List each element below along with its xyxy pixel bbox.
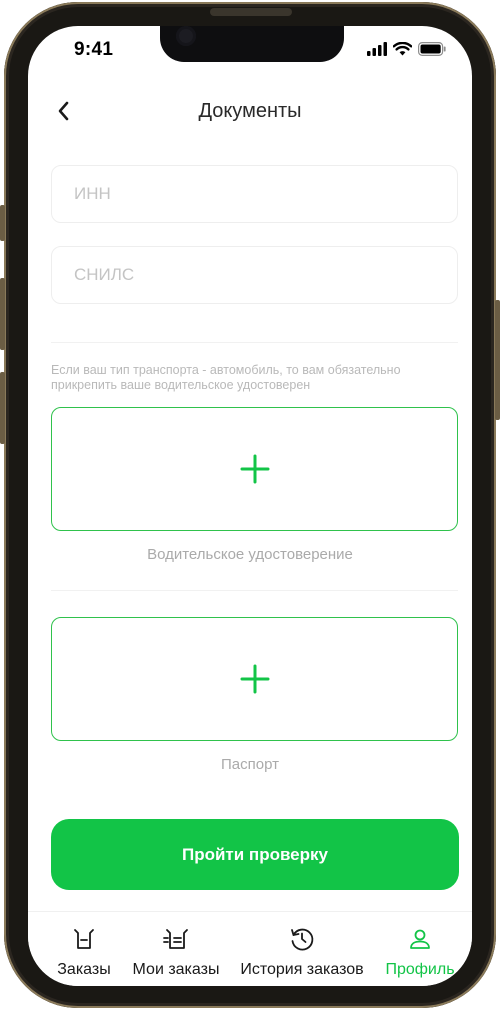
divider bbox=[51, 590, 458, 591]
wifi-icon bbox=[393, 42, 412, 56]
speaker-grille bbox=[210, 8, 292, 16]
inn-field bbox=[51, 165, 458, 223]
plus-icon bbox=[240, 454, 269, 484]
signal-icon bbox=[367, 42, 387, 56]
tab-bar: Заказы Мои заказы История заказов Профил… bbox=[28, 911, 472, 986]
inn-input[interactable] bbox=[52, 166, 457, 222]
side-button-mute bbox=[0, 205, 5, 241]
profile-icon bbox=[410, 929, 430, 949]
camera bbox=[176, 26, 196, 46]
side-button-power bbox=[495, 300, 500, 420]
driver-license-label: Водительское удостоверение bbox=[147, 546, 353, 563]
tab-my-orders[interactable]: Мои заказы bbox=[128, 912, 224, 986]
tab-order-history[interactable]: История заказов bbox=[238, 912, 366, 986]
passport-upload[interactable] bbox=[51, 617, 458, 741]
driver-license-upload[interactable] bbox=[51, 407, 458, 531]
tab-label: Заказы bbox=[57, 961, 111, 978]
divider bbox=[51, 342, 458, 343]
tab-label: Профиль bbox=[385, 961, 455, 978]
snils-input[interactable] bbox=[52, 247, 457, 303]
tab-orders[interactable]: Заказы bbox=[48, 912, 120, 986]
orders-icon bbox=[74, 929, 94, 949]
status-icons bbox=[367, 42, 446, 56]
tab-label: Мои заказы bbox=[132, 961, 220, 978]
passport-label: Паспорт bbox=[221, 756, 279, 773]
notch bbox=[160, 26, 344, 62]
side-button-volume-up bbox=[0, 278, 5, 350]
status-time: 9:41 bbox=[74, 39, 114, 60]
tab-label: История заказов bbox=[240, 961, 364, 978]
history-icon bbox=[291, 928, 314, 951]
snils-field bbox=[51, 246, 458, 304]
page-title: Документы bbox=[198, 100, 302, 122]
my-orders-icon bbox=[163, 929, 188, 949]
nav-header: Документы bbox=[28, 96, 472, 128]
tab-profile[interactable]: Профиль bbox=[384, 912, 456, 986]
driver-license-hint: Если ваш тип транспорта - автомобиль, то… bbox=[51, 363, 401, 392]
side-button-volume-down bbox=[0, 372, 5, 444]
plus-icon bbox=[240, 664, 269, 694]
screen: 9:41 Документы Если в bbox=[28, 26, 472, 986]
submit-verification-button[interactable]: Пройти проверку bbox=[51, 819, 459, 890]
battery-icon bbox=[418, 42, 446, 56]
